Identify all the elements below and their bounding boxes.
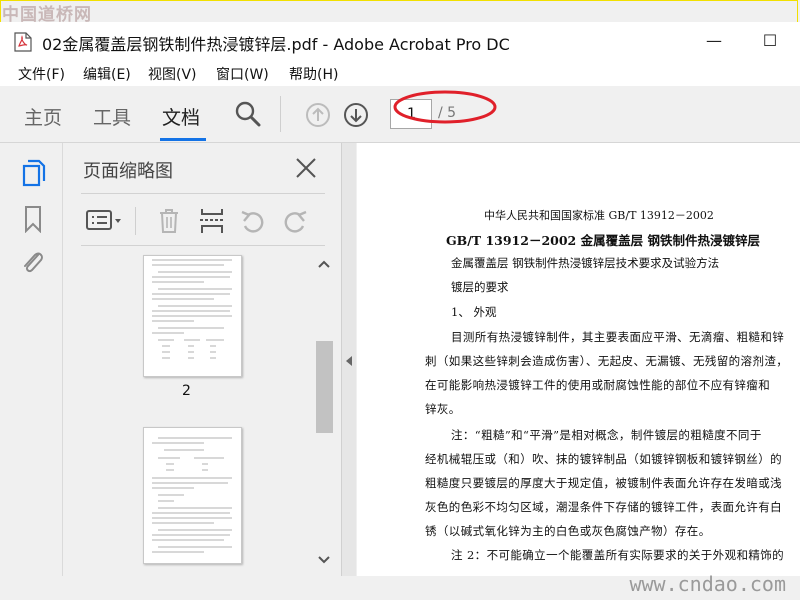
menu-view[interactable]: 视图(V): [148, 64, 197, 84]
doc-subsection: 1、 外观: [451, 305, 497, 319]
tab-tools[interactable]: 工具: [93, 103, 131, 130]
delete-icon[interactable]: [157, 207, 181, 235]
doc-paragraph-line: 在可能影响热浸镀锌工件的使用或耐腐蚀性能的部位不应有锌瘤和: [425, 378, 771, 392]
doc-paragraph-line: 刺（如果这些锌刺会造成伤害）、无起皮、无漏镀、无残留的溶剂渣，: [425, 354, 789, 368]
pdf-file-icon: [14, 32, 32, 52]
doc-paragraph-line: 锌灰。: [425, 402, 461, 416]
collapse-arrow-icon[interactable]: [344, 355, 354, 367]
thumbnail-scrollbar[interactable]: [313, 255, 333, 573]
thumbnail-preview: [152, 259, 232, 359]
menu-bar: 文件(F) 编辑(E) 视图(V) 窗口(W) 帮助(H): [0, 62, 800, 86]
page-thumbnails-icon[interactable]: [20, 159, 46, 187]
thumbnail-preview: [152, 437, 232, 553]
doc-title: GB/T 13912－2002 金属覆盖层 钢铁制件热浸镀锌层: [446, 233, 760, 248]
doc-header: 中华人民共和国国家标准 GB/T 13912－2002: [484, 209, 714, 222]
options-menu-icon[interactable]: [85, 209, 125, 233]
rotate-left-icon[interactable]: [239, 209, 267, 235]
attachments-icon[interactable]: [20, 247, 46, 277]
title-bar: 02金属覆盖层钢铁制件热浸镀锌层.pdf - Adobe Acrobat Pro…: [0, 22, 800, 62]
maximize-button[interactable]: ☐: [758, 30, 782, 52]
left-navigation-rail: [0, 143, 63, 576]
doc-paragraph-line: 锈（以碱式氧化锌为主的白色或灰色腐蚀产物）存在。: [425, 524, 711, 538]
doc-section: 镀层的要求: [451, 280, 509, 294]
annotation-ellipse: [393, 90, 497, 124]
thumbnail-page-number: 2: [182, 383, 191, 399]
tab-home[interactable]: 主页: [24, 103, 62, 130]
doc-subtitle: 金属覆盖层 钢铁制件热浸镀锌层技术要求及试验方法: [451, 256, 720, 270]
panel-collapse-handle[interactable]: [342, 143, 356, 576]
page-thumbnails-panel: 页面缩略图 2: [63, 143, 342, 576]
tab-document[interactable]: 文档: [162, 103, 200, 130]
rotate-right-icon[interactable]: [281, 209, 309, 235]
bookmarks-icon[interactable]: [20, 205, 46, 233]
active-tab-indicator: [160, 138, 206, 141]
doc-paragraph-line: 灰色的色彩不均匀区域，潮湿条件下存储的镀锌工件，表面允许有白: [425, 500, 782, 514]
scrollbar-thumb[interactable]: [316, 341, 333, 433]
previous-page-icon[interactable]: [305, 102, 331, 128]
next-page-icon[interactable]: [343, 102, 369, 128]
menu-window[interactable]: 窗口(W): [216, 64, 269, 84]
thumbnail-toolbar: [81, 201, 325, 241]
scroll-down-icon[interactable]: [317, 555, 331, 565]
watermark-top: 中国道桥网: [2, 5, 92, 25]
close-icon[interactable]: [293, 155, 319, 181]
doc-paragraph-line: 经机械辊压或（和）吹、抹的镀锌制品（如镀锌钢板和镀锌钢丝）的: [425, 452, 782, 466]
panel-divider: [81, 245, 325, 246]
minimize-button[interactable]: —: [702, 30, 726, 52]
watermark-bottom: www.cndao.com: [629, 572, 786, 596]
document-view: 中华人民共和国国家标准 GB/T 13912－2002 GB/T 13912－2…: [357, 143, 800, 576]
doc-paragraph-line: 注：“粗糙”和“平滑”是相对概念，制件镀层的粗糙度不同于: [451, 428, 762, 442]
menu-file[interactable]: 文件(F): [18, 64, 65, 84]
insert-page-icon[interactable]: [199, 207, 225, 235]
page-thumbnail[interactable]: [143, 427, 242, 564]
search-icon[interactable]: [234, 100, 262, 128]
scroll-up-icon[interactable]: [317, 259, 331, 269]
panel-divider: [81, 193, 325, 194]
doc-paragraph-line: 注 2：不可能确立一个能覆盖所有实际要求的关于外观和精饰的: [451, 548, 785, 562]
toolbar-divider: [135, 207, 136, 235]
doc-paragraph-line: 粗糙度只要镀层的厚度大于规定值，被镀制件表面允许存在发暗或浅: [425, 476, 782, 490]
doc-paragraph-line: 目测所有热浸镀锌制件，其主要表面应平滑、无滴瘤、粗糙和锌: [451, 330, 785, 344]
toolbar-separator: [280, 96, 281, 132]
page-thumbnail[interactable]: [143, 255, 242, 377]
menu-edit[interactable]: 编辑(E): [83, 64, 131, 84]
menu-help[interactable]: 帮助(H): [289, 64, 338, 84]
window-title: 02金属覆盖层钢铁制件热浸镀锌层.pdf - Adobe Acrobat Pro…: [42, 35, 510, 54]
panel-title: 页面缩略图: [83, 161, 173, 182]
